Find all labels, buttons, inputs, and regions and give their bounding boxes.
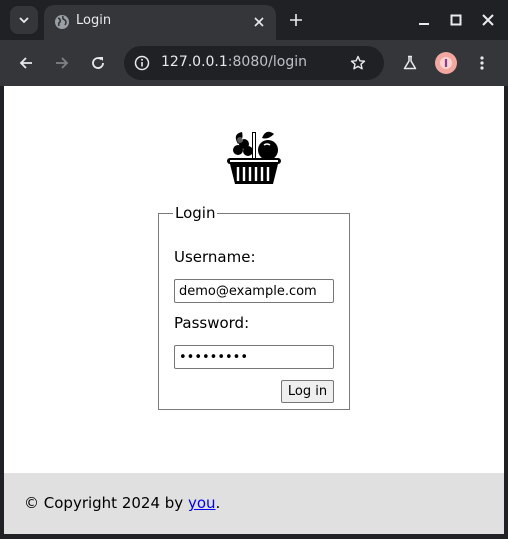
reload-icon bbox=[92, 57, 104, 69]
tab-search-button[interactable] bbox=[10, 6, 38, 34]
fruit-basket-icon bbox=[227, 131, 281, 184]
forward-button[interactable] bbox=[51, 52, 73, 74]
login-button[interactable]: Log in bbox=[281, 380, 334, 403]
page-footer: © Copyright 2024 by you. bbox=[4, 473, 504, 534]
close-icon bbox=[482, 14, 494, 26]
copyright-text: © Copyright 2024 by you. bbox=[24, 494, 220, 512]
close-icon bbox=[254, 17, 264, 27]
back-button[interactable] bbox=[15, 52, 37, 74]
url-path: :8080/login bbox=[227, 54, 307, 70]
tab-title: Login bbox=[76, 13, 112, 28]
footer-link[interactable]: you bbox=[188, 494, 216, 512]
star-icon bbox=[350, 55, 366, 70]
chevron-down-icon bbox=[19, 17, 29, 24]
page-viewport: Login Username: Password: Log in © Copyr… bbox=[4, 86, 504, 534]
tab-login[interactable]: Login bbox=[44, 5, 276, 40]
minimize-icon bbox=[419, 23, 429, 25]
plus-icon bbox=[290, 14, 302, 26]
url-text: 127.0.0.1:8080/login bbox=[161, 54, 307, 70]
close-window-button[interactable] bbox=[478, 10, 498, 30]
info-icon bbox=[134, 55, 150, 71]
new-tab-button[interactable] bbox=[286, 10, 306, 30]
labs-button[interactable] bbox=[399, 52, 421, 74]
address-bar[interactable]: 127.0.0.1:8080/login bbox=[124, 46, 384, 80]
globe-icon bbox=[55, 15, 69, 29]
username-label: Username: bbox=[174, 248, 256, 266]
form-legend: Login bbox=[175, 204, 216, 222]
flask-icon bbox=[403, 55, 417, 70]
kebab-menu-icon bbox=[480, 56, 484, 70]
copyright-suffix: . bbox=[215, 494, 221, 512]
password-input[interactable] bbox=[174, 345, 334, 369]
profile-icon bbox=[440, 57, 452, 69]
browser-toolbar: 127.0.0.1:8080/login bbox=[0, 40, 508, 86]
bookmark-button[interactable] bbox=[348, 53, 368, 73]
tab-strip: Login bbox=[0, 0, 508, 40]
menu-button[interactable] bbox=[471, 52, 493, 74]
profile-avatar[interactable] bbox=[435, 52, 457, 74]
login-form: Login Username: Password: Log in bbox=[158, 204, 350, 410]
site-info-button[interactable] bbox=[132, 53, 152, 73]
tab-close-button[interactable] bbox=[250, 13, 268, 31]
reload-button[interactable] bbox=[87, 52, 109, 74]
url-host: 127.0.0.1 bbox=[161, 54, 228, 70]
minimize-button[interactable] bbox=[414, 10, 434, 30]
maximize-icon bbox=[450, 14, 462, 26]
password-label: Password: bbox=[174, 314, 250, 332]
arrow-right-icon bbox=[56, 57, 69, 69]
copyright-prefix: © Copyright 2024 by bbox=[24, 494, 188, 512]
username-input[interactable] bbox=[174, 279, 334, 303]
arrow-left-icon bbox=[19, 57, 32, 69]
maximize-button[interactable] bbox=[446, 10, 466, 30]
